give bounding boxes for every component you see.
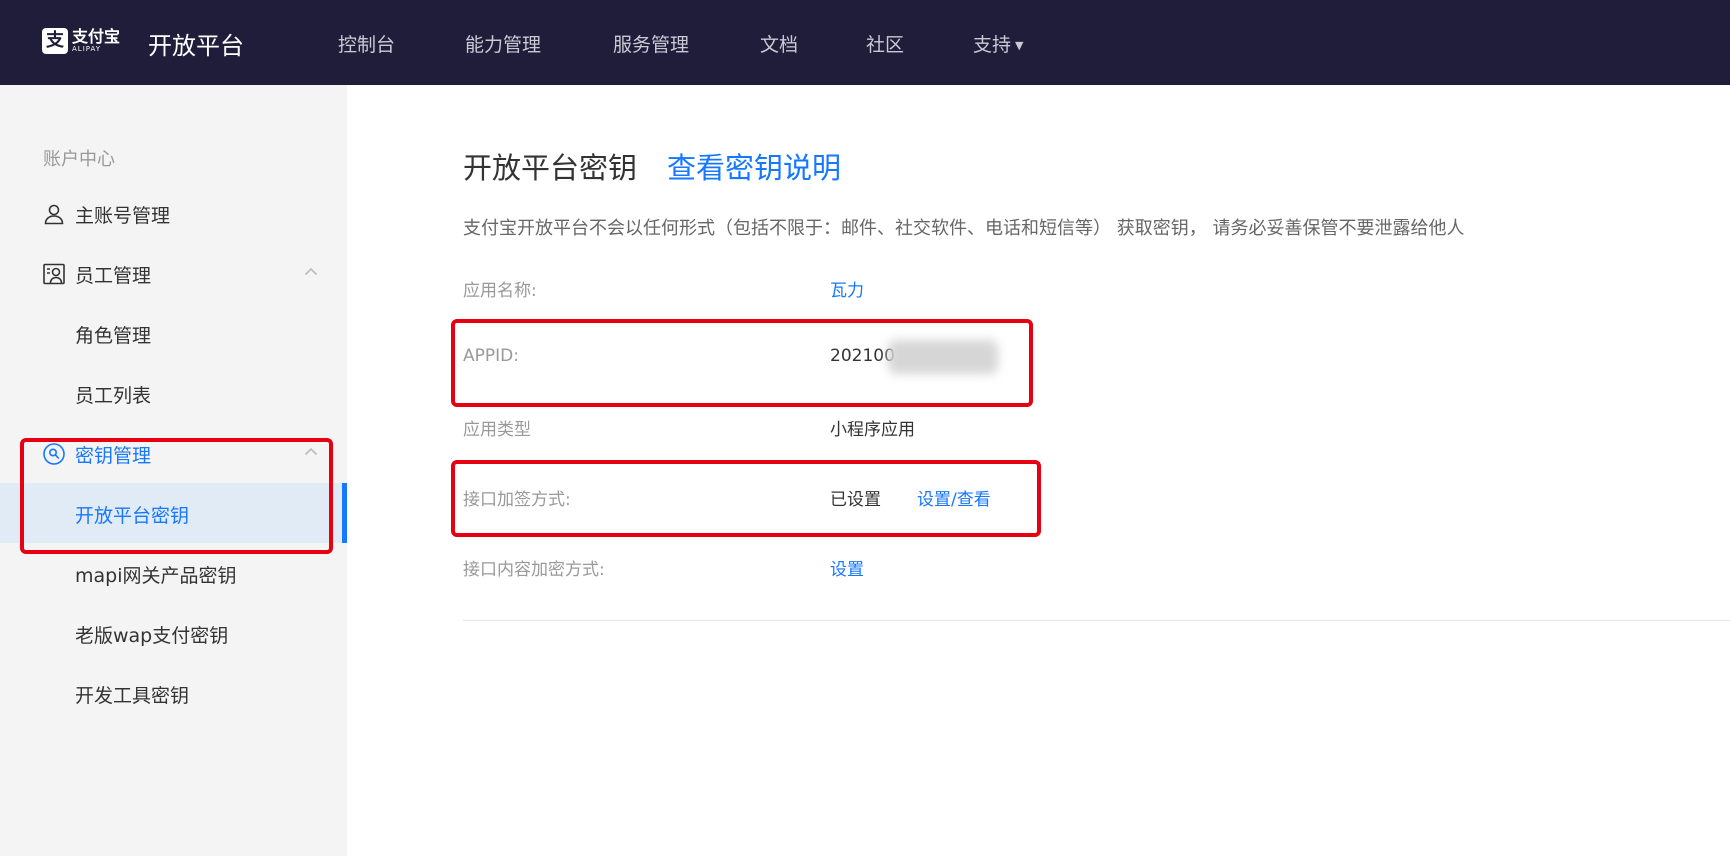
nav-capability-management[interactable]: 能力管理 xyxy=(465,30,541,57)
nav-community[interactable]: 社区 xyxy=(866,30,904,57)
sidebar-item-dev-tool-key[interactable]: 开发工具密钥 xyxy=(0,663,347,723)
sidebar-item-label: 开发工具密钥 xyxy=(75,685,190,707)
sidebar-item-main-account[interactable]: 主账号管理 xyxy=(0,183,347,243)
security-notice: 支付宝开放平台不会以任何形式（包括不限于：邮件、社交软件、电话和短信等） 获取密… xyxy=(463,218,1465,239)
sidebar-item-staff-management[interactable]: 员工管理 xyxy=(0,243,347,303)
highlight-box-sidebar xyxy=(20,438,333,554)
app-name-value[interactable]: 瓦力 xyxy=(830,276,864,301)
platform-name[interactable]: 开放平台 xyxy=(148,26,244,61)
alipay-logo-icon: 支 xyxy=(42,28,68,54)
page-title: 开放平台密钥 xyxy=(463,151,638,185)
app-type-value: 小程序应用 xyxy=(830,420,915,440)
nav-support-label: 支持 xyxy=(973,34,1012,56)
sidebar-item-legacy-wap-key[interactable]: 老版wap支付密钥 xyxy=(0,603,347,663)
content-encryption-setup-link[interactable]: 设置 xyxy=(830,555,864,580)
highlight-box-appid xyxy=(451,319,1033,407)
sidebar-item-label: 主账号管理 xyxy=(75,205,171,227)
top-navigation-bar: 支 支付宝 ALIPAY 开放平台 控制台 能力管理 服务管理 文档 社区 支持… xyxy=(0,0,1730,85)
sidebar-item-role-management[interactable]: 角色管理 xyxy=(0,303,347,363)
sidebar-item-label: 员工管理 xyxy=(75,265,152,287)
sidebar-item-label: 员工列表 xyxy=(75,385,152,407)
alipay-logo[interactable]: 支 支付宝 ALIPAY xyxy=(42,28,120,54)
nav-support[interactable]: 支持 ▼ xyxy=(973,30,1023,57)
nav-docs[interactable]: 文档 xyxy=(760,30,798,57)
sidebar-item-label: 角色管理 xyxy=(75,325,152,347)
sidebar-heading: 账户中心 xyxy=(43,149,115,170)
caret-down-icon: ▼ xyxy=(1015,39,1024,52)
staff-icon xyxy=(43,263,65,285)
sidebar-item-label: 老版wap支付密钥 xyxy=(75,625,229,647)
chevron-up-icon[interactable] xyxy=(304,266,318,276)
sidebar-item-label: mapi网关产品密钥 xyxy=(75,565,237,587)
app-type-label: 应用类型 xyxy=(463,420,531,440)
content-divider xyxy=(463,620,1730,621)
active-indicator xyxy=(342,483,347,543)
view-key-docs-link[interactable]: 查看密钥说明 xyxy=(667,145,841,187)
highlight-box-sign-method xyxy=(451,460,1041,537)
logo-text-cn: 支付宝 xyxy=(72,27,121,46)
logo-text-en: ALIPAY xyxy=(72,45,102,53)
nav-console[interactable]: 控制台 xyxy=(338,30,395,57)
sidebar-item-staff-list[interactable]: 员工列表 xyxy=(0,363,347,423)
user-icon xyxy=(44,204,64,225)
app-name-label: 应用名称: xyxy=(463,281,537,301)
content-encryption-label: 接口内容加密方式: xyxy=(463,560,605,580)
nav-service-management[interactable]: 服务管理 xyxy=(613,30,689,57)
